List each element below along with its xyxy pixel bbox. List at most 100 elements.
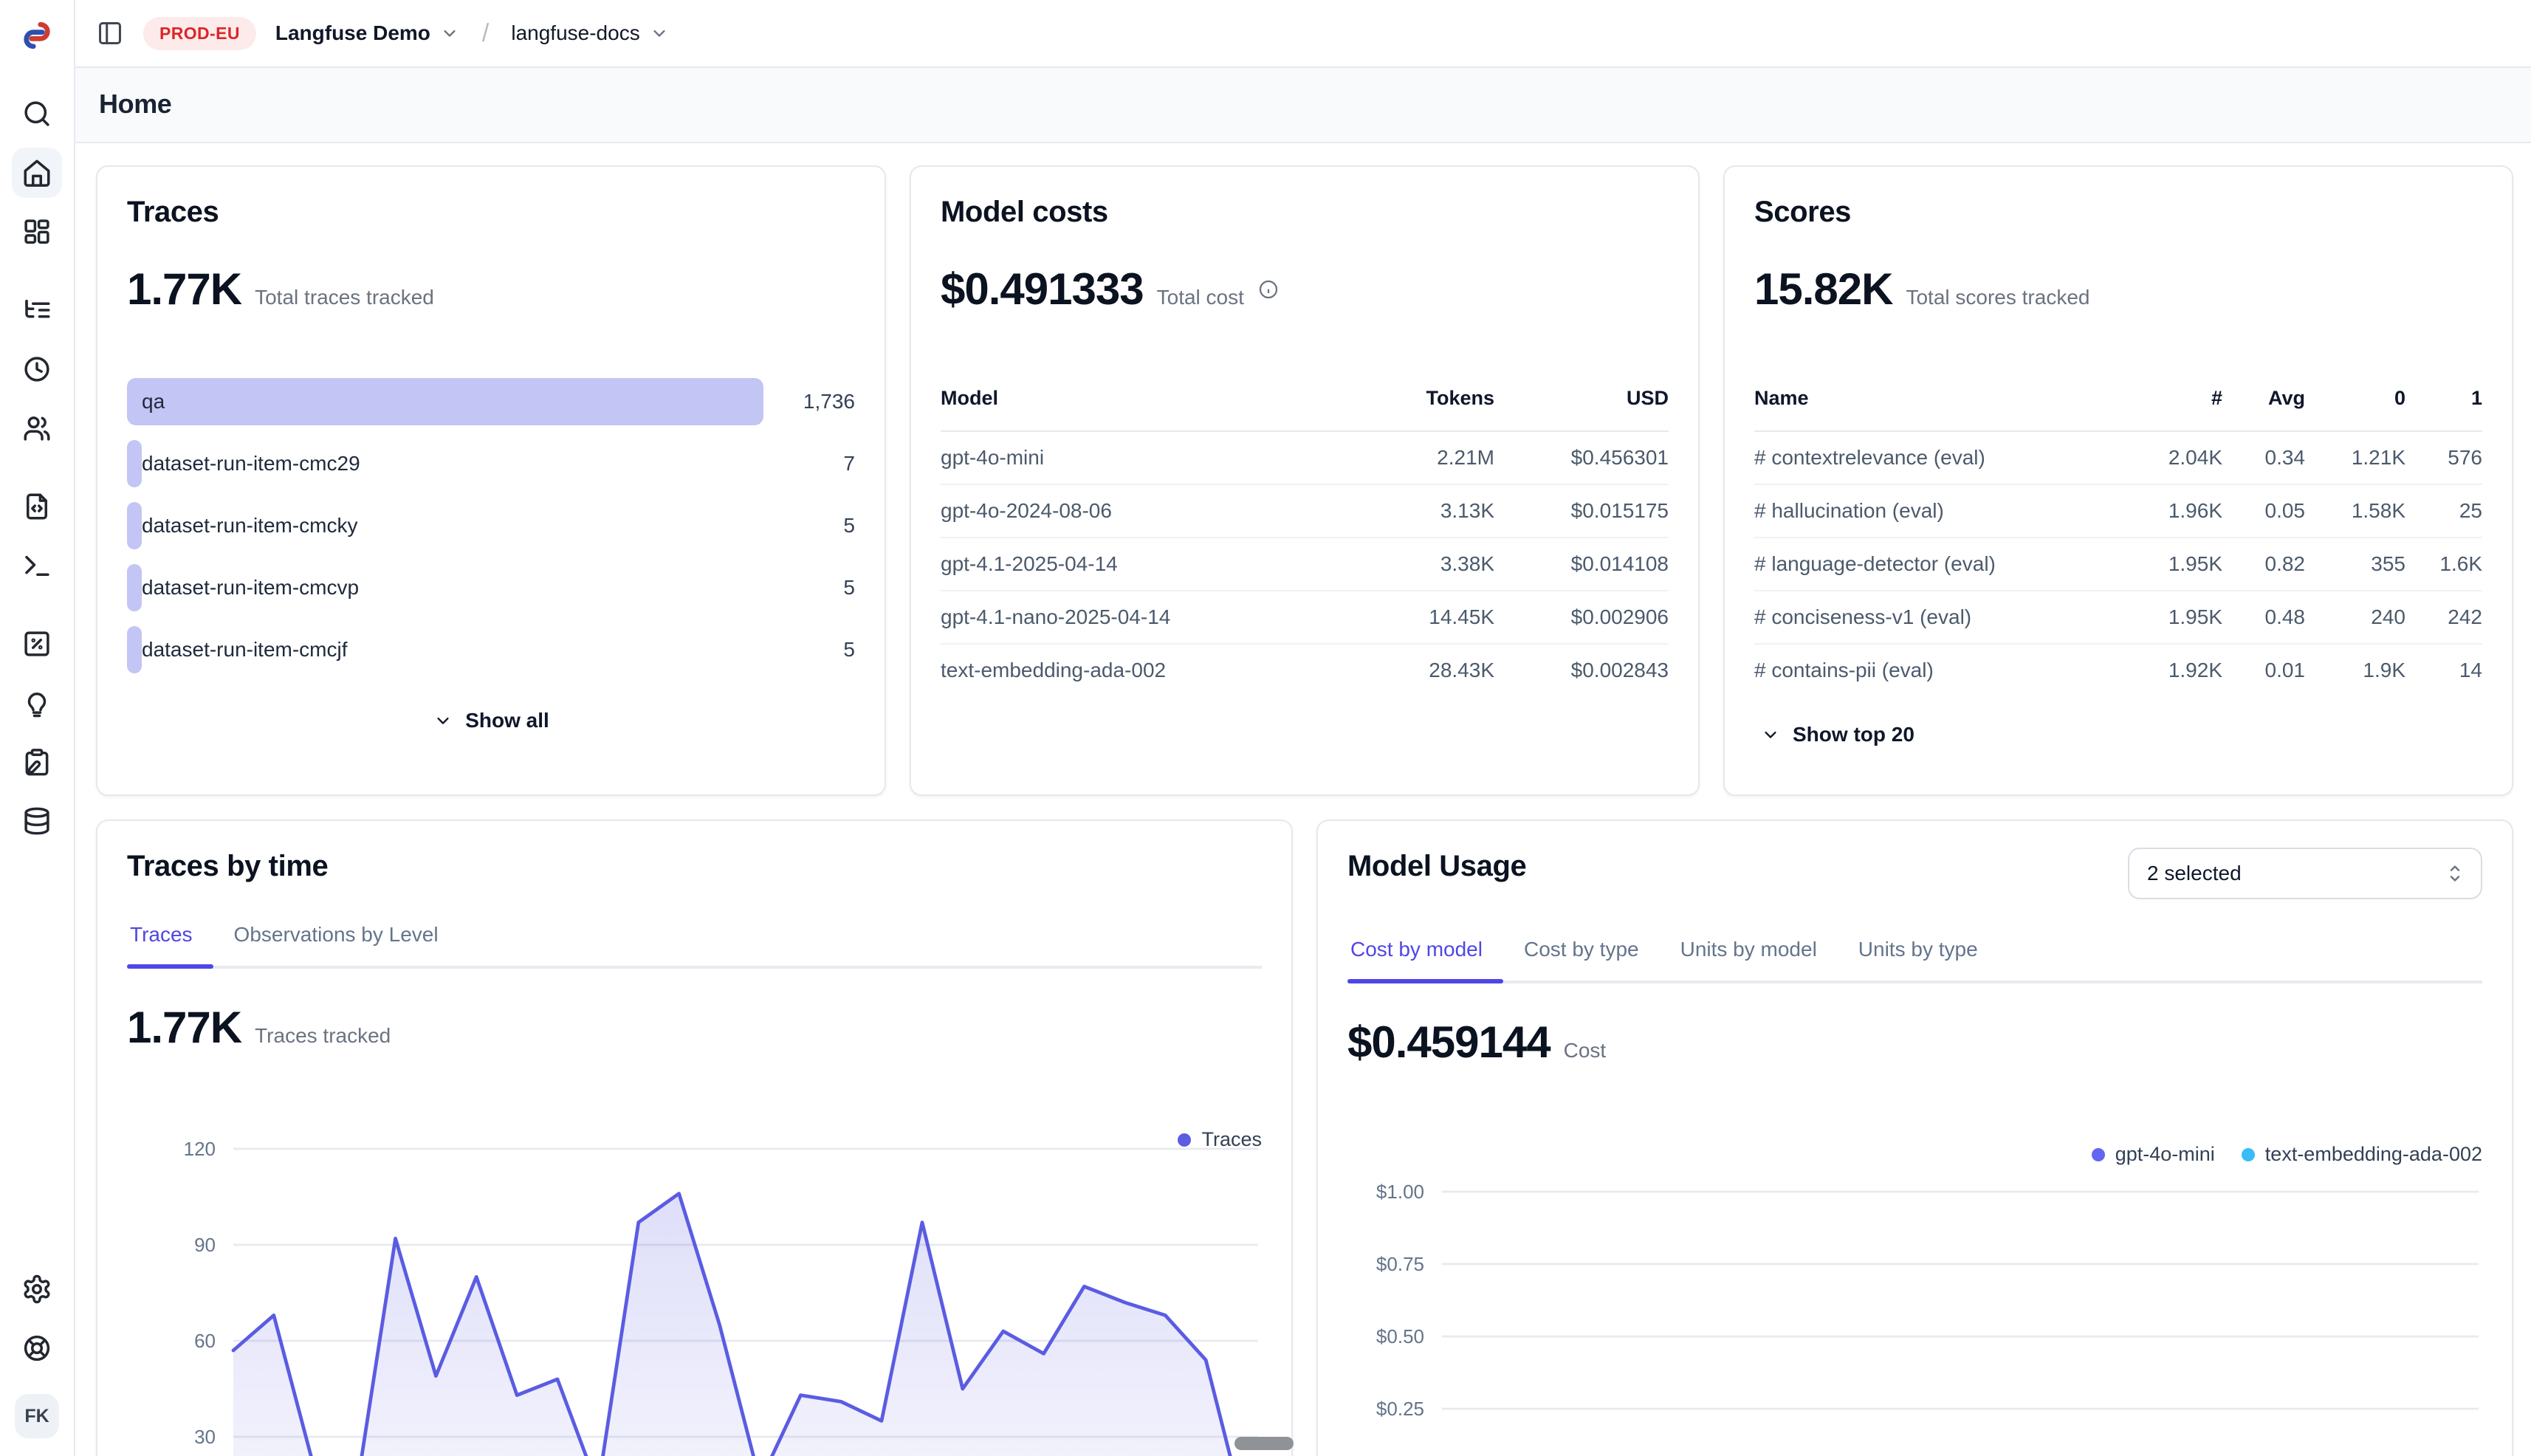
column-header: Tokens — [1359, 387, 1494, 431]
sidebar-item-list-tree[interactable] — [12, 285, 62, 335]
sidebar-item-square-percent[interactable] — [12, 619, 62, 669]
table-cell: # contains-pii (eval) — [1754, 644, 2131, 696]
card-title: Model costs — [941, 193, 1669, 230]
model-select-dropdown[interactable]: 2 selected — [2128, 848, 2482, 899]
table-cell: 2.21M — [1359, 431, 1494, 484]
tab-traces[interactable]: Traces — [127, 923, 213, 966]
table-cell: 0.05 — [2222, 484, 2305, 538]
org-switcher[interactable]: Langfuse Demo — [269, 16, 466, 51]
chevron-down-icon — [439, 23, 460, 44]
table-cell: 14.45K — [1359, 591, 1494, 644]
langfuse-logo[interactable] — [16, 15, 58, 56]
sidebar-item-lightbulb[interactable] — [12, 678, 62, 728]
table-row: # hallucination (eval)1.96K0.051.58K25 — [1754, 484, 2482, 538]
show-all-button[interactable]: Show all — [427, 706, 555, 735]
metric-value: 1.77K — [127, 263, 241, 316]
chart-legend: gpt-4o-mini text-embedding-ada-002 — [2092, 1143, 2482, 1166]
show-top-20-button[interactable]: Show top 20 — [1754, 720, 1920, 749]
table-cell: 355 — [2305, 538, 2405, 591]
tab-units-by-type[interactable]: Units by type — [1838, 938, 1999, 981]
traces-chart-area: Traces 120906030 — [127, 1119, 1262, 1456]
trace-bar-label: dataset-run-item-cmcky — [142, 502, 358, 549]
legend-dot — [2092, 1148, 2105, 1161]
users-icon — [21, 413, 52, 444]
langfuse-logo-icon — [18, 16, 56, 55]
tab-cost-by-model[interactable]: Cost by model — [1347, 938, 1503, 981]
metric-label: Total cost — [1157, 286, 1244, 309]
sidebar-item-life-buoy[interactable] — [12, 1323, 62, 1373]
table-row: gpt-4o-2024-08-063.13K$0.015175 — [941, 484, 1669, 538]
trace-bar-label: dataset-run-item-cmcjf — [142, 626, 348, 673]
sidebar-item-clipboard-pen[interactable] — [12, 737, 62, 787]
table-cell: gpt-4o-mini — [941, 431, 1359, 484]
trace-bar — [127, 564, 142, 611]
dashboard-content: Traces 1.77K Total traces tracked qa1,73… — [75, 143, 2531, 1456]
table-cell: 242 — [2405, 591, 2482, 644]
table-cell: 3.38K — [1359, 538, 1494, 591]
scores-card: Scores 15.82K Total scores tracked Name … — [1723, 165, 2513, 796]
sidebar-item-layout-dashboard[interactable] — [12, 207, 62, 257]
tab-cost-by-type[interactable]: Cost by type — [1503, 938, 1660, 981]
trace-bar-label: dataset-run-item-cmcvp — [142, 564, 359, 611]
traces-bar-list: qa1,736dataset-run-item-cmc297dataset-ru… — [127, 378, 855, 673]
sidebar-item-clock[interactable] — [12, 344, 62, 394]
card-title: Traces — [127, 193, 855, 230]
breadcrumb-separator: / — [482, 19, 489, 48]
table-cell: 14 — [2405, 644, 2482, 696]
table-cell: 0.82 — [2222, 538, 2305, 591]
trace-bar-row: dataset-run-item-cmcvp5 — [127, 564, 855, 611]
project-switcher[interactable]: langfuse-docs — [505, 16, 675, 51]
tab-units-by-model[interactable]: Units by model — [1660, 938, 1838, 981]
life-buoy-icon — [21, 1333, 52, 1364]
trace-bar-track: qa — [127, 378, 763, 425]
legend-item: gpt-4o-mini — [2092, 1143, 2215, 1166]
svg-text:$1.00: $1.00 — [1376, 1181, 1424, 1203]
metric-label: Traces tracked — [255, 1024, 391, 1048]
chart-legend: Traces — [1178, 1128, 1262, 1151]
column-header: Avg — [2222, 387, 2305, 431]
home-icon — [21, 157, 52, 188]
metric-label: Total traces tracked — [255, 286, 434, 309]
table-cell: 1.96K — [2131, 484, 2222, 538]
table-cell: 1.58K — [2305, 484, 2405, 538]
table-row: gpt-4o-mini2.21M$0.456301 — [941, 431, 1669, 484]
traces-metric: 1.77K Total traces tracked — [127, 263, 855, 316]
info-icon[interactable] — [1257, 278, 1280, 301]
trace-bar-label: qa — [142, 378, 165, 425]
sidebar-item-terminal[interactable] — [12, 540, 62, 591]
sidebar-item-file-code[interactable] — [12, 481, 62, 532]
sidebar-item-settings[interactable] — [12, 1264, 62, 1314]
model-usage-tabs: Cost by model Cost by type Units by mode… — [1347, 938, 2482, 983]
table-cell: # conciseness-v1 (eval) — [1754, 591, 2131, 644]
square-percent-icon — [21, 628, 52, 659]
sidebar: FK — [0, 0, 75, 1456]
model-usage-chart-area: gpt-4o-mini text-embedding-ada-002 $1.00… — [1347, 1134, 2482, 1456]
traces-by-time-chart: 120906030 — [127, 1119, 1262, 1456]
user-avatar[interactable]: FK — [15, 1394, 59, 1438]
table-row: gpt-4.1-nano-2025-04-1414.45K$0.002906 — [941, 591, 1669, 644]
table-cell: text-embedding-ada-002 — [941, 644, 1359, 696]
table-cell: $0.014108 — [1494, 538, 1669, 591]
sidebar-item-database[interactable] — [12, 796, 62, 846]
table-cell: 0.48 — [2222, 591, 2305, 644]
sidebar-toggle-button[interactable] — [90, 13, 130, 53]
legend-item: text-embedding-ada-002 — [2242, 1143, 2482, 1166]
horizontal-scrollbar-thumb[interactable] — [1234, 1437, 1294, 1450]
database-icon — [21, 806, 52, 837]
column-header: 1 — [2405, 387, 2482, 431]
trace-bar-track: dataset-run-item-cmcjf — [127, 626, 763, 673]
file-code-icon — [21, 491, 52, 522]
table-cell: 576 — [2405, 431, 2482, 484]
main-column: PROD-EU Langfuse Demo / langfuse-docs Ho… — [75, 0, 2531, 1456]
trace-bar-track: dataset-run-item-cmcvp — [127, 564, 763, 611]
svg-text:120: 120 — [184, 1138, 216, 1160]
model-costs-card: Model costs $0.491333 Total cost Model T… — [910, 165, 1700, 796]
clock-icon — [21, 354, 52, 385]
tab-observations-by-level[interactable]: Observations by Level — [213, 923, 459, 966]
sidebar-item-users[interactable] — [12, 403, 62, 453]
org-name: Langfuse Demo — [275, 21, 430, 45]
sidebar-item-search[interactable] — [12, 89, 62, 139]
lightbulb-icon — [21, 687, 52, 718]
layout-dashboard-icon — [21, 216, 52, 247]
sidebar-item-home[interactable] — [12, 148, 62, 198]
